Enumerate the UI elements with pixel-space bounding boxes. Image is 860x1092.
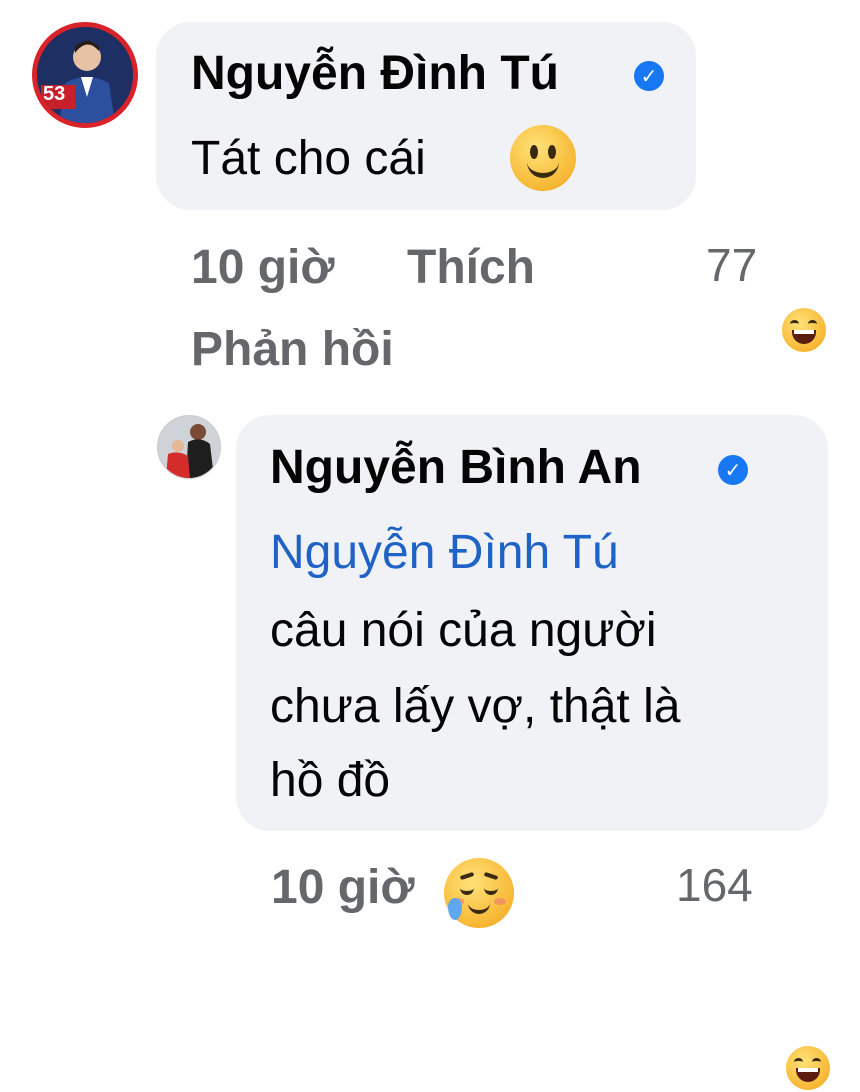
verified-badge-icon: ✓ [634, 61, 664, 91]
comment-timestamp: 10 giờ [191, 241, 335, 294]
reaction-count[interactable]: 164 [676, 858, 753, 912]
mention-link[interactable]: Nguyễn Đình Tú [270, 520, 619, 586]
face-holding-back-tears-icon [444, 858, 514, 928]
reply-text-line: hồ đồ [270, 754, 391, 807]
comment-text: Tát cho cái [191, 132, 426, 185]
profile-photo-icon [158, 416, 220, 478]
avatar[interactable]: 53 [32, 22, 138, 128]
reaction-count[interactable]: 77 [706, 238, 757, 292]
slightly-smiling-face-icon [510, 125, 576, 191]
reply-author[interactable]: Nguyễn Bình An [270, 440, 642, 495]
avatar-badge: 53 [43, 83, 66, 105]
profile-photo-icon [37, 27, 133, 123]
reply-text-line: chưa lấy vợ, thật là [270, 680, 681, 733]
like-button[interactable]: Thích [407, 240, 535, 295]
comment-author[interactable]: Nguyễn Đình Tú [191, 46, 559, 101]
reply-button[interactable]: Phản hồi [191, 322, 394, 377]
reply-text-line: câu nói của người [270, 604, 657, 657]
reply-timestamp: 10 giờ [271, 861, 415, 914]
laughing-face-icon[interactable] [780, 306, 828, 354]
avatar[interactable] [157, 415, 221, 479]
verified-badge-icon: ✓ [718, 455, 748, 485]
laughing-face-icon[interactable] [784, 1044, 832, 1092]
